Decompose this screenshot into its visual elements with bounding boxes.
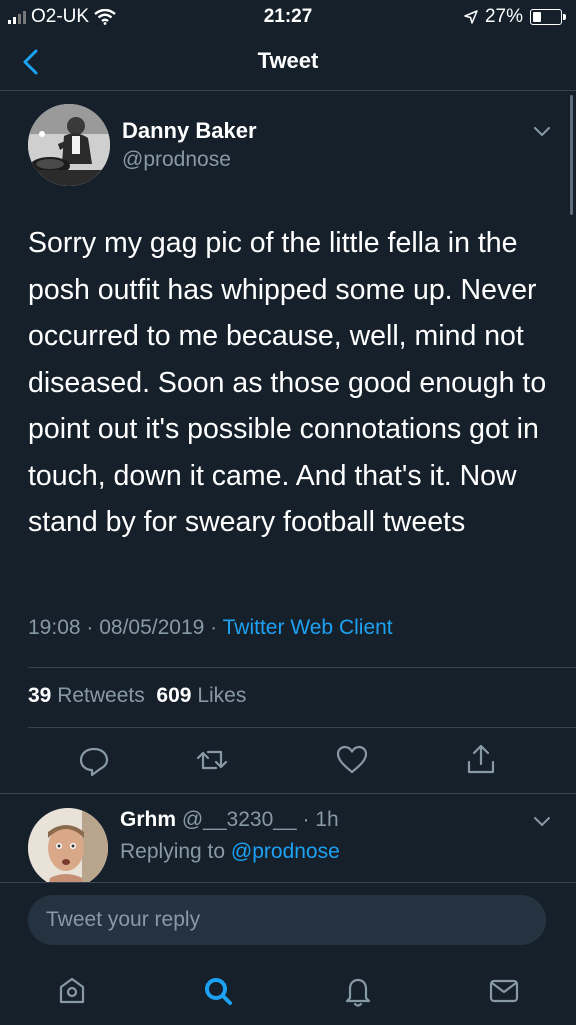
reply-header: Grhm @__3230__ · 1h xyxy=(120,808,339,831)
divider xyxy=(0,793,576,794)
replying-to: Replying to @prodnose xyxy=(120,840,340,864)
tweet-text: Sorry my gag pic of the little fella in … xyxy=(28,227,547,538)
bell-icon[interactable] xyxy=(338,971,378,1011)
chevron-down-icon[interactable] xyxy=(532,814,552,828)
replying-to-label: Replying to xyxy=(120,840,226,863)
heart-icon[interactable] xyxy=(334,742,370,778)
page-title: Tweet xyxy=(257,48,319,73)
scroll-indicator xyxy=(570,95,573,215)
tweet-author: Danny Baker @prodnose xyxy=(28,104,558,190)
tweet-time: 19:08 xyxy=(28,616,81,639)
tab-bar xyxy=(0,963,576,1025)
mail-icon[interactable] xyxy=(484,971,524,1011)
reply-input[interactable]: Tweet your reply xyxy=(28,895,546,945)
tweet-date: 08/05/2019 xyxy=(99,616,205,639)
reply-tweet[interactable]: Grhm @__3230__ · 1h Replying to @prodnos… xyxy=(28,802,558,888)
reply-icon[interactable] xyxy=(76,742,112,778)
retweet-icon[interactable] xyxy=(194,742,230,778)
divider xyxy=(28,667,576,668)
author-handle[interactable]: @prodnose xyxy=(122,148,231,172)
status-right: 27% xyxy=(464,6,566,28)
divider xyxy=(28,727,576,728)
tweet-stats: 39 Retweets 609 Likes xyxy=(28,684,246,708)
tweet-meta: 19:08 · 08/05/2019 · Twitter Web Client xyxy=(28,616,393,639)
status-bar: O2-UK 21:27 27% xyxy=(0,0,576,34)
tweet-actions xyxy=(0,740,576,782)
chevron-down-icon[interactable] xyxy=(532,124,552,138)
author-name[interactable]: Danny Baker xyxy=(122,118,257,144)
replying-to-mention[interactable]: @prodnose xyxy=(231,840,340,863)
location-icon xyxy=(464,10,478,24)
retweets-label: Retweets xyxy=(57,684,145,707)
search-icon[interactable] xyxy=(198,971,238,1011)
retweets-count: 39 xyxy=(28,684,52,707)
likes-stat[interactable]: 609 Likes xyxy=(156,684,246,707)
reply-handle[interactable]: @__3230__ xyxy=(182,808,297,831)
reply-age: 1h xyxy=(315,808,339,831)
avatar-photo xyxy=(28,808,108,888)
nav-bar: Tweet xyxy=(0,34,576,91)
battery-percent: 27% xyxy=(484,6,523,27)
share-icon[interactable] xyxy=(463,742,499,778)
reply-name[interactable]: Grhm xyxy=(120,808,176,831)
retweets-stat[interactable]: 39 Retweets xyxy=(28,684,145,707)
avatar-photo xyxy=(28,104,110,186)
likes-count: 609 xyxy=(156,684,192,707)
tweet-client-link[interactable]: Twitter Web Client xyxy=(223,616,393,639)
reply-avatar[interactable] xyxy=(28,808,108,888)
home-icon[interactable] xyxy=(52,971,92,1011)
battery-fill xyxy=(533,12,542,22)
author-avatar[interactable] xyxy=(28,104,110,186)
battery-icon xyxy=(530,9,566,25)
bottom-composer: Tweet your reply xyxy=(0,882,576,1025)
likes-label: Likes xyxy=(197,684,247,707)
